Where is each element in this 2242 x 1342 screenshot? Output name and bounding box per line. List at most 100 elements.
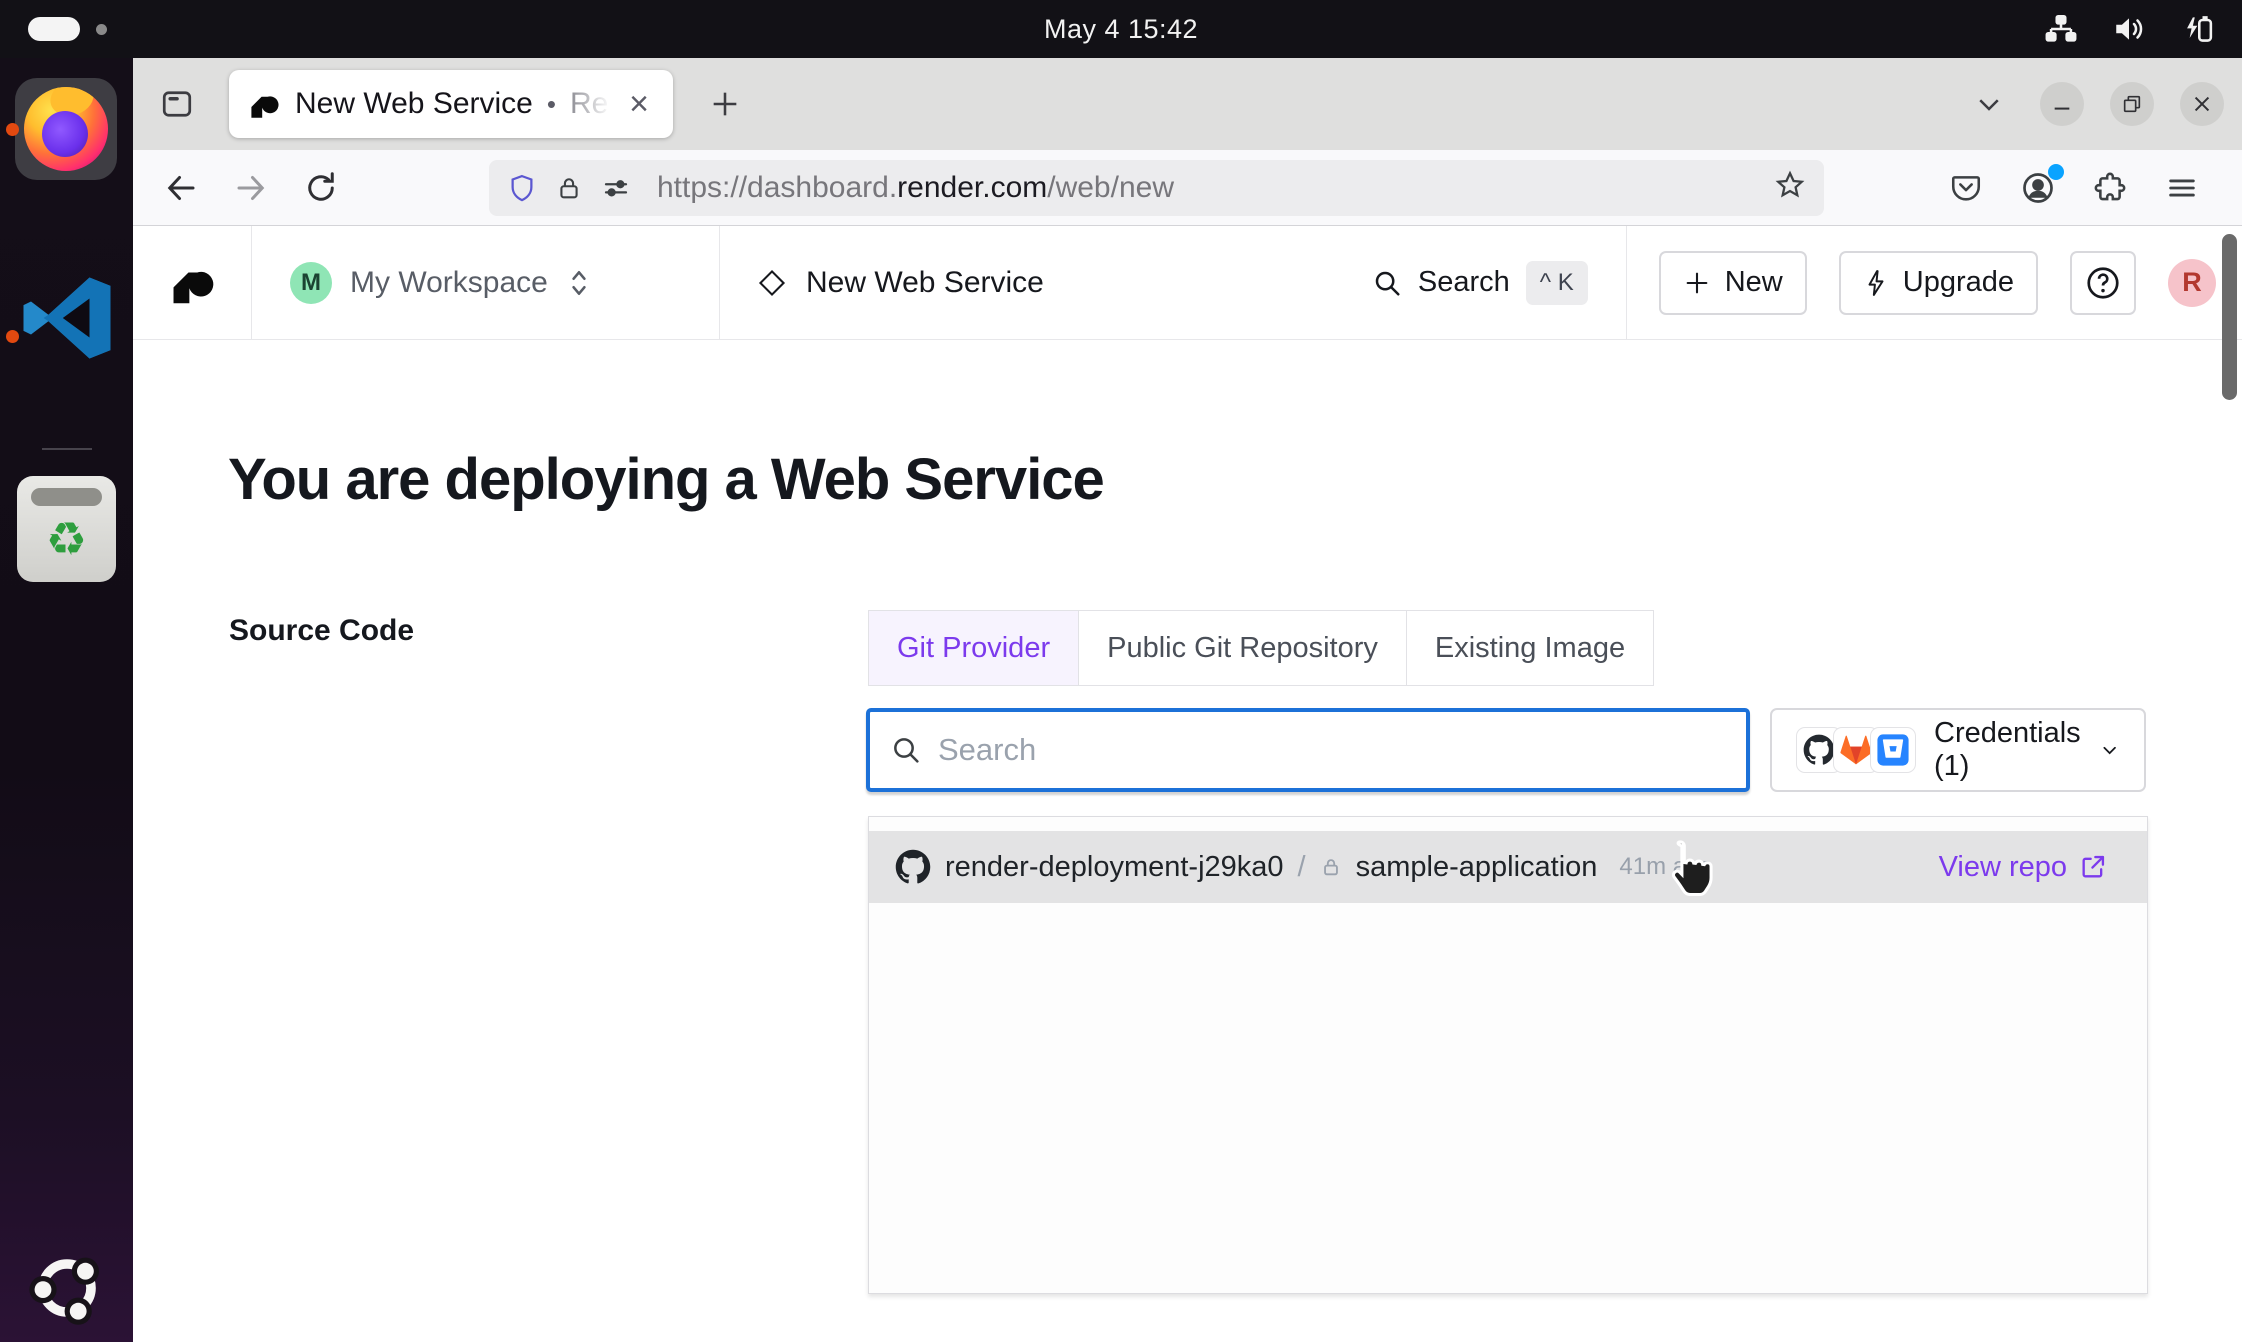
render-dashboard-page: M My Workspace New Web Service S <box>133 226 2242 1342</box>
network-icon <box>2044 12 2078 46</box>
tab-close-button[interactable]: × <box>619 85 659 124</box>
search-icon <box>890 734 922 766</box>
deploy-heading: You are deploying a Web Service <box>228 446 1104 513</box>
tab-existing-image[interactable]: Existing Image <box>1406 611 1653 685</box>
dock-item-app-grid[interactable] <box>0 1248 133 1328</box>
repo-row[interactable]: render-deployment-j29ka0 / sample-applic… <box>869 831 2147 903</box>
permissions-toggles-icon[interactable] <box>601 173 631 203</box>
reload-icon <box>303 170 339 206</box>
url-path: /web/new <box>1047 171 1174 204</box>
workspace-switcher[interactable]: M My Workspace <box>252 226 720 339</box>
battery-charging-icon <box>2180 11 2216 47</box>
chevron-down-icon <box>1974 89 2004 119</box>
menu-button[interactable] <box>2154 160 2210 216</box>
bookmark-star-button[interactable] <box>1774 169 1806 206</box>
firefox-icon <box>24 87 108 171</box>
new-button-label: New <box>1725 266 1783 299</box>
render-logo-button[interactable] <box>133 226 252 339</box>
tab-public-git-repository[interactable]: Public Git Repository <box>1078 611 1406 685</box>
forward-button[interactable] <box>223 160 279 216</box>
github-icon <box>895 849 931 885</box>
back-icon <box>163 170 199 206</box>
pocket-icon <box>1949 171 1983 205</box>
back-button[interactable] <box>153 160 209 216</box>
page-scrollbar-thumb[interactable] <box>2222 234 2237 400</box>
upgrade-button[interactable]: Upgrade <box>1839 251 2038 315</box>
search-icon <box>1372 268 1402 298</box>
search-shortcut-badge: ^ K <box>1526 261 1588 305</box>
source-tabs: Git Provider Public Git Repository Exist… <box>868 610 1654 686</box>
restore-icon <box>2121 93 2143 115</box>
list-all-tabs-button[interactable] <box>1964 79 2014 129</box>
lock-icon[interactable] <box>555 173 583 203</box>
tab-title: New Web Service <box>295 87 533 121</box>
workspace-avatar: M <box>290 262 332 304</box>
credentials-dropdown[interactable]: Credentials (1) <box>1770 708 2146 792</box>
repo-name: sample-application <box>1356 851 1598 884</box>
workspace-indicator-dot[interactable] <box>96 24 107 35</box>
render-favicon <box>249 89 279 119</box>
account-button[interactable] <box>2010 160 2066 216</box>
diamond-icon <box>758 269 786 297</box>
extensions-button[interactable] <box>2082 160 2138 216</box>
user-avatar[interactable]: R <box>2168 259 2216 307</box>
repo-search-input[interactable] <box>938 732 1726 768</box>
chevron-down-icon <box>2099 736 2120 764</box>
window-restore-button[interactable] <box>2110 82 2154 126</box>
repo-search-field[interactable] <box>866 708 1750 792</box>
gitlab-icon <box>1839 733 1873 767</box>
window-close-button[interactable] <box>2180 82 2224 126</box>
repo-list: render-deployment-j29ka0 / sample-applic… <box>868 816 2148 1294</box>
external-link-icon <box>2079 853 2107 881</box>
dock-item-trash[interactable]: ♻ <box>17 476 116 582</box>
url-bar[interactable]: https://dashboard.render.com/web/new <box>489 160 1824 216</box>
new-tab-button[interactable] <box>699 78 751 130</box>
firefox-view-icon <box>159 86 195 122</box>
view-repo-label: View repo <box>1939 851 2067 884</box>
url-domain: render.com <box>897 171 1047 204</box>
repo-separator: / <box>1298 851 1306 884</box>
bitbucket-icon <box>1876 733 1910 767</box>
render-logo-icon <box>170 261 214 305</box>
system-clock[interactable]: May 4 15:42 <box>1044 14 1198 45</box>
bolt-icon <box>1863 268 1889 298</box>
dock-item-vscode[interactable] <box>0 270 133 366</box>
repo-owner: render-deployment-j29ka0 <box>945 851 1284 884</box>
dock-divider <box>42 448 92 450</box>
recycle-icon: ♻ <box>46 516 87 562</box>
navigation-toolbar: https://dashboard.render.com/web/new <box>133 150 2242 226</box>
vscode-icon <box>19 270 115 366</box>
plus-icon <box>708 87 742 121</box>
global-search-button[interactable]: Search ^ K <box>1372 261 1588 305</box>
chevron-updown-icon <box>566 268 592 298</box>
system-topbar: May 4 15:42 <box>0 0 2242 58</box>
reload-button[interactable] <box>293 160 349 216</box>
page-title: New Web Service <box>806 266 1044 300</box>
puzzle-icon <box>2093 171 2127 205</box>
system-tray[interactable] <box>2044 0 2216 58</box>
upgrade-button-label: Upgrade <box>1903 266 2014 299</box>
breadcrumb: New Web Service <box>758 266 1044 300</box>
hamburger-icon <box>2165 171 2199 205</box>
tab-git-provider[interactable]: Git Provider <box>869 611 1078 685</box>
dock-item-firefox[interactable] <box>0 78 117 180</box>
ubuntu-logo-icon <box>27 1248 107 1328</box>
plus-icon <box>1683 269 1711 297</box>
forward-icon <box>233 170 269 206</box>
url-prefix: https://dashboard. <box>657 171 897 204</box>
browser-tab-active[interactable]: New Web Service • Rend × <box>229 70 673 138</box>
search-label: Search <box>1418 266 1510 299</box>
workspace-indicator-pill[interactable] <box>28 17 80 41</box>
new-button[interactable]: New <box>1659 251 1807 315</box>
tab-bar: New Web Service • Rend × <box>133 58 2242 150</box>
help-button[interactable] <box>2070 251 2136 315</box>
star-icon <box>1774 169 1806 201</box>
tracking-protection-shield-icon[interactable] <box>507 172 537 204</box>
pocket-button[interactable] <box>1938 160 1994 216</box>
window-minimize-button[interactable] <box>2040 82 2084 126</box>
view-repo-link[interactable]: View repo <box>1939 851 2107 884</box>
url-text[interactable]: https://dashboard.render.com/web/new <box>657 171 1174 205</box>
vscode-running-indicator <box>6 330 19 343</box>
volume-icon <box>2112 12 2146 46</box>
firefox-view-button[interactable] <box>149 76 205 132</box>
